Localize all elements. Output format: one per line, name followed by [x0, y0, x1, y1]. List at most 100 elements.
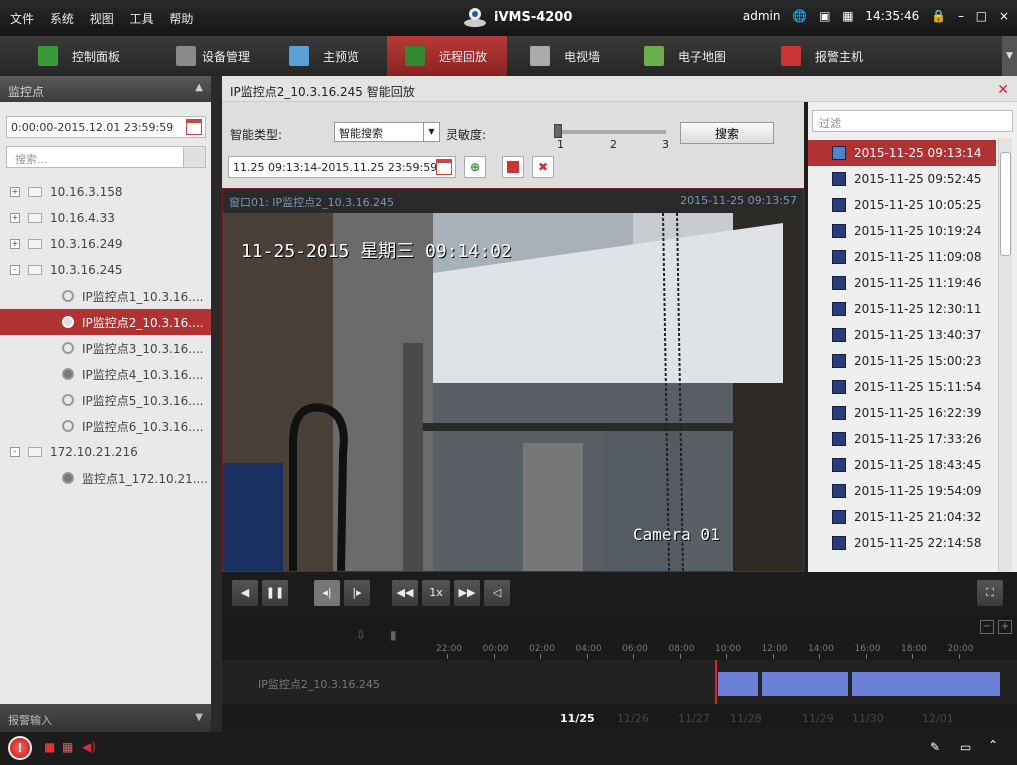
alarm-sound-icon[interactable]: ■ [44, 740, 55, 754]
audio-alarm-icon[interactable]: ◀) [82, 740, 96, 754]
close-icon[interactable]: × [999, 9, 1009, 23]
nav-tv-wall[interactable]: 电视墙 [520, 36, 630, 76]
nav-main-view[interactable]: 主预览 [275, 36, 387, 76]
menu-file[interactable]: 文件 [10, 10, 34, 27]
pause-button[interactable]: ❚❚ [262, 580, 288, 606]
search-button[interactable]: 搜索 [680, 122, 774, 144]
calendar-icon[interactable] [436, 159, 452, 175]
tree-group-node[interactable]: - 10.3.16.245 [0, 257, 211, 283]
left-splitter[interactable] [211, 76, 222, 732]
expand-icon[interactable]: + [10, 213, 20, 223]
time-range-field[interactable]: 11.25 09:13:14-2015.11.25 23:59:59 [228, 156, 456, 178]
record-list-item[interactable]: 2015-11-25 15:11:54 [808, 374, 996, 400]
scrollbar-thumb[interactable] [1000, 152, 1011, 256]
search-input[interactable]: 搜索... [6, 146, 206, 168]
record-segment[interactable] [852, 672, 1000, 696]
record-list-item[interactable]: 2015-11-25 16:22:39 [808, 400, 996, 426]
reverse-play-button[interactable]: ◀ [232, 580, 258, 606]
date-range-field[interactable]: 0:00:00-2015.12.01 23:59:59 [6, 116, 206, 138]
menu-tools[interactable]: 工具 [130, 10, 154, 27]
volume-icon[interactable]: ◁ [484, 580, 510, 606]
nav-device-management[interactable]: 设备管理 [150, 36, 275, 76]
date-tab[interactable]: 11/27 [678, 712, 710, 725]
collapse-icon[interactable]: ▲ [195, 82, 203, 93]
list-scrollbar[interactable] [998, 138, 1012, 572]
record-list-item[interactable]: 2015-11-25 18:43:45 [808, 452, 996, 478]
bookmark-icon[interactable]: ▮ [390, 628, 397, 642]
collapse-icon[interactable]: - [10, 447, 20, 457]
nav-scroll-down[interactable]: ▼ [1002, 36, 1017, 76]
date-tab[interactable]: 11/28 [730, 712, 762, 725]
date-tab[interactable]: 11/25 [560, 712, 595, 725]
record-list-item[interactable]: 2015-11-25 13:40:37 [808, 322, 996, 348]
playhead[interactable] [715, 660, 717, 704]
record-list-item[interactable]: 2015-11-25 12:30:11 [808, 296, 996, 322]
download-icon[interactable]: ⇩ [356, 628, 366, 642]
record-list-item[interactable]: 2015-11-25 21:04:32 [808, 504, 996, 530]
tree-group-node[interactable]: +10.16.3.158 [0, 179, 211, 205]
tree-group-node[interactable]: - 172.10.21.216 [0, 439, 211, 465]
record-segment[interactable] [718, 672, 758, 696]
expand-icon[interactable]: ▼ [195, 712, 203, 723]
menu-help[interactable]: 帮助 [169, 10, 193, 27]
record-list-item[interactable]: 2015-11-25 09:13:14 [808, 140, 996, 166]
collapse-icon[interactable]: - [10, 265, 20, 275]
timeline[interactable]: ⇩ ▮ − + 22:00 00:00 02:00 04:00 06:00 08:00 10… [222, 614, 1017, 732]
globe-icon[interactable]: 🌐 [792, 9, 807, 23]
lock-icon[interactable]: 🔒 [931, 9, 946, 23]
tree-camera-node[interactable]: IP监控点4_10.3.16.... [0, 361, 211, 387]
expand-up-icon[interactable]: ⌃ [988, 738, 998, 752]
record-list-item[interactable]: 2015-11-25 22:14:58 [808, 530, 996, 556]
date-tab[interactable]: 11/30 [852, 712, 884, 725]
nav-control-panel[interactable]: 控制面板 [0, 36, 150, 76]
tree-camera-node[interactable]: IP监控点6_10.3.16.... [0, 413, 211, 439]
tree-camera-node[interactable]: IP监控点2_10.3.16.... [0, 309, 211, 335]
event-icon[interactable]: ▦ [62, 740, 73, 754]
date-tab[interactable]: 11/29 [802, 712, 834, 725]
record-list-item[interactable]: 2015-11-25 09:52:45 [808, 166, 996, 192]
record-list-item[interactable]: 2015-11-25 10:05:25 [808, 192, 996, 218]
frame-forward-button[interactable]: |▸ [344, 580, 370, 606]
pin-icon[interactable]: ✎ [930, 740, 940, 754]
search-icon[interactable] [183, 147, 205, 167]
nav-alarm-host[interactable]: 报警主机 [775, 36, 895, 76]
record-list-item[interactable]: 2015-11-25 17:33:26 [808, 426, 996, 452]
menu-system[interactable]: 系统 [50, 10, 74, 27]
record-list-item[interactable]: 2015-11-25 19:54:09 [808, 478, 996, 504]
menu-view[interactable]: 视图 [90, 10, 114, 27]
record-list-item[interactable]: 2015-11-25 15:00:23 [808, 348, 996, 374]
slow-button[interactable]: ◀◀ [392, 580, 418, 606]
fast-button[interactable]: ▶▶ [454, 580, 480, 606]
nav-emap[interactable]: 电子地图 [632, 36, 762, 76]
close-icon[interactable]: ✕ [997, 82, 1009, 98]
restore-icon[interactable]: ▭ [960, 740, 971, 754]
tree-camera-node[interactable]: IP监控点1_10.3.16.... [0, 283, 211, 309]
slider-thumb[interactable] [554, 124, 562, 138]
zoom-out-icon[interactable]: − [980, 620, 994, 634]
maximize-icon[interactable]: □ [976, 9, 987, 23]
date-tab[interactable]: 12/01 [922, 712, 954, 725]
tree-camera-node[interactable]: 监控点1_172.10.21.... [0, 465, 211, 491]
expand-icon[interactable]: + [10, 187, 20, 197]
tree-camera-node[interactable]: IP监控点3_10.3.16.... [0, 335, 211, 361]
clear-icon[interactable]: ✖ [532, 156, 554, 178]
date-tab[interactable]: 11/26 [617, 712, 649, 725]
record-list-item[interactable]: 2015-11-25 10:19:24 [808, 218, 996, 244]
export-icon[interactable]: ⊕ [464, 156, 486, 178]
fullscreen-icon[interactable]: ⛶ [977, 580, 1003, 606]
stop-icon[interactable] [502, 156, 524, 178]
record-list-item[interactable]: 2015-11-25 11:19:46 [808, 270, 996, 296]
record-segment[interactable] [762, 672, 848, 696]
alarm-input-header[interactable]: 报警输入 ▼ [0, 704, 211, 732]
sensitivity-slider[interactable] [556, 130, 666, 134]
tree-group-node[interactable]: +10.16.4.33 [0, 205, 211, 231]
minimize-icon[interactable]: – [958, 9, 964, 23]
tree-group-node[interactable]: +10.3.16.249 [0, 231, 211, 257]
filter-input[interactable]: 过滤 [812, 110, 1013, 132]
smart-type-select[interactable]: 智能搜索 ▼ [334, 122, 440, 142]
frame-back-button[interactable]: ◂| [314, 580, 340, 606]
zoom-in-icon[interactable]: + [998, 620, 1012, 634]
alarm-warning-icon[interactable]: ! [8, 736, 32, 760]
expand-icon[interactable]: + [10, 239, 20, 249]
record-list-item[interactable]: 2015-11-25 11:09:08 [808, 244, 996, 270]
